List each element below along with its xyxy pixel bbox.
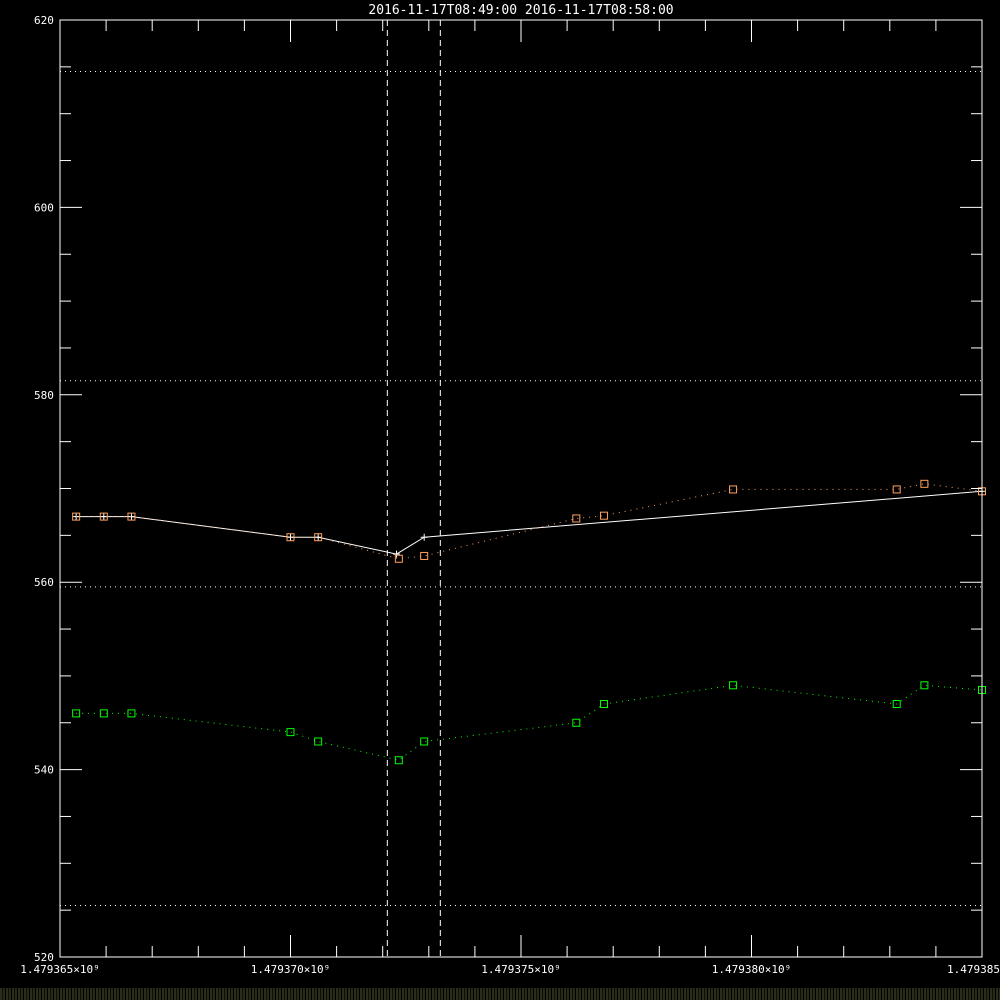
series-0-point-5 bbox=[393, 550, 401, 558]
series-0-point-6 bbox=[420, 533, 428, 541]
xtick-label-0: 1.479365×10⁹ bbox=[20, 963, 99, 976]
chart-title: 2016-11-17T08:49:00 2016-11-17T08:58:00 bbox=[368, 3, 673, 18]
ytick-label-5: 620 bbox=[34, 14, 54, 27]
xtick-label-4: 1.479385×10⁹ bbox=[947, 963, 1000, 976]
ytick-label-1: 540 bbox=[34, 764, 54, 777]
ytick-label-2: 560 bbox=[34, 576, 54, 589]
plot-frame bbox=[59, 19, 983, 958]
xtick-label-3: 1.479380×10⁹ bbox=[712, 963, 791, 976]
series-1-point-10 bbox=[892, 485, 901, 494]
series-2-point-6 bbox=[420, 737, 429, 746]
series-1-line bbox=[76, 483, 983, 560]
xtick-label-1: 1.479370×10⁹ bbox=[251, 963, 330, 976]
xtick-label-2: 1.479375×10⁹ bbox=[481, 963, 560, 976]
series-1-point-7 bbox=[572, 514, 581, 523]
series-0-point-3 bbox=[287, 533, 294, 541]
ytick-label-4: 600 bbox=[34, 201, 54, 214]
series-2-point-8 bbox=[599, 700, 608, 709]
series-2-point-2 bbox=[127, 709, 136, 718]
series-1-point-6 bbox=[420, 551, 429, 560]
series-2-point-4 bbox=[314, 737, 323, 746]
series-2-point-3 bbox=[286, 728, 295, 737]
bottom-noise-strip bbox=[0, 988, 1000, 1000]
series-0-line bbox=[76, 490, 983, 555]
ytick-label-3: 580 bbox=[34, 389, 54, 402]
series-2-point-7 bbox=[572, 718, 581, 727]
series-0-point-2 bbox=[127, 513, 135, 521]
series-2-line bbox=[76, 684, 983, 761]
time-series-chart: 2016-11-17T08:49:00 2016-11-17T08:58:00 … bbox=[20, 3, 1000, 976]
